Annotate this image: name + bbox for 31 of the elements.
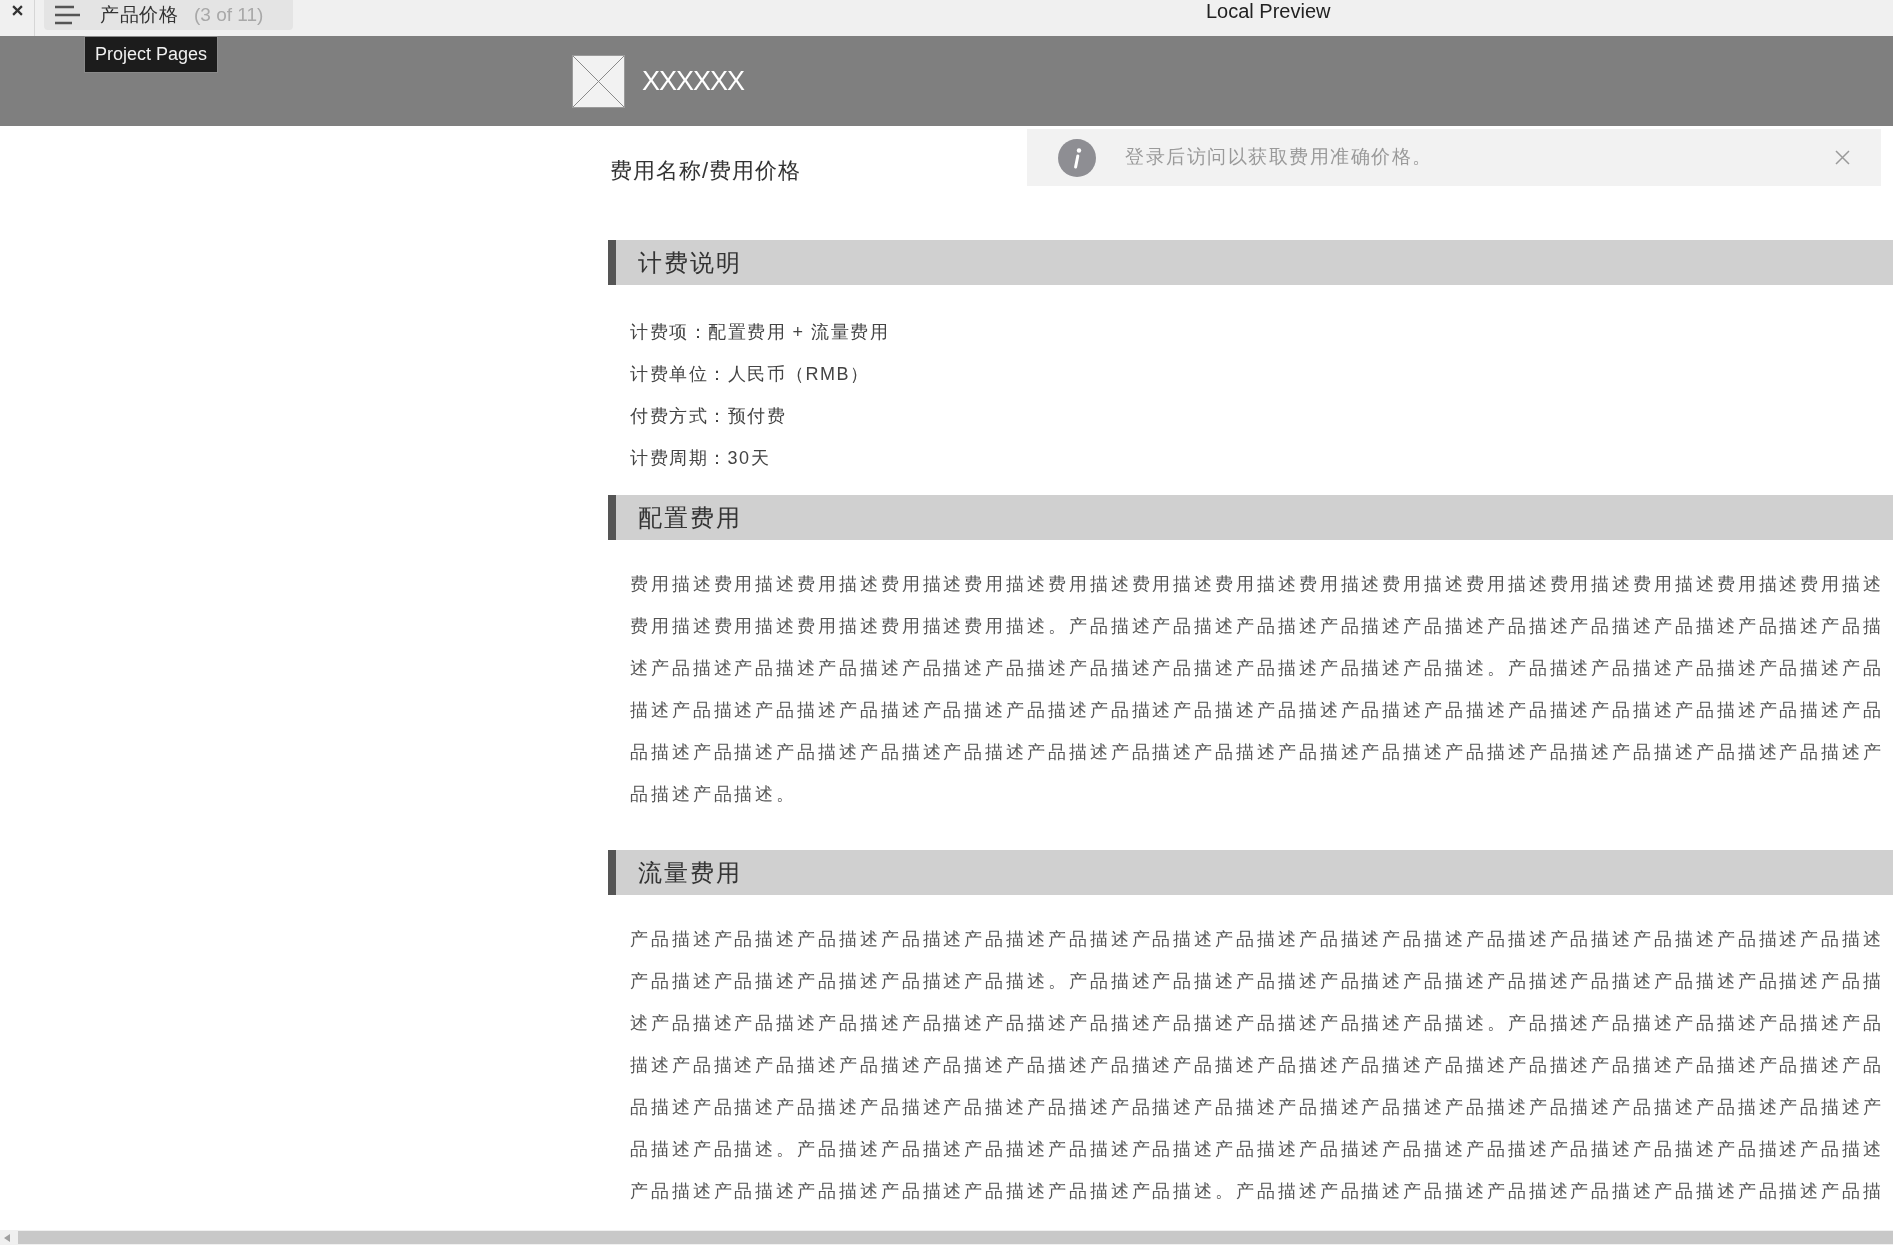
description-line: 费用描述费用描述费用描述费用描述费用描述。产品描述产品描述产品描述产品描述产品描述产品描述产品描述产品描述产品描述产品描 xyxy=(630,615,1884,638)
description-line: 描述产品描述产品描述产品描述产品描述产品描述产品描述产品描述产品描述产品描述产品描述产品描述产品描述产品描述产品描述产品 xyxy=(630,699,1884,722)
section-heading: 流量费用 xyxy=(608,850,1893,895)
billing-detail: 计费单位：人民币（RMB） xyxy=(630,363,870,386)
menu-icon xyxy=(55,5,80,25)
billing-detail: 计费项：配置费用 + 流量费用 xyxy=(630,321,889,344)
left-arrow-icon[interactable] xyxy=(4,1233,10,1242)
description-line: 品描述产品描述产品描述产品描述产品描述产品描述产品描述产品描述产品描述产品描述产品描述产品描述产品描述产品描述产品描述产 xyxy=(630,741,1884,764)
page-title: 费用名称/费用价格 xyxy=(609,157,802,185)
description-line: 品描述产品描述产品描述产品描述产品描述产品描述产品描述产品描述产品描述产品描述产品描述产品描述产品描述产品描述产品描述产 xyxy=(630,1096,1884,1119)
page-selector[interactable]: 产品价格 (3 of 11) xyxy=(44,0,293,30)
description-line: 产品描述产品描述产品描述产品描述产品描述产品描述产品描述。产品描述产品描述产品描述产品描述产品描述产品描述产品描述产品描 xyxy=(630,1180,1884,1203)
info-icon xyxy=(1058,138,1096,177)
description-line: 产品描述产品描述产品描述产品描述产品描述产品描述产品描述产品描述产品描述产品描述产品描述产品描述产品描述产品描述产品描述 xyxy=(630,928,1884,951)
tooltip: Project Pages xyxy=(84,36,219,73)
description-line: 费用描述费用描述费用描述费用描述费用描述费用描述费用描述费用描述费用描述费用描述费用描述费用描述费用描述费用描述费用描述 xyxy=(630,573,1884,596)
billing-detail: 付费方式：预付费 xyxy=(630,405,786,428)
description-line: 产品描述产品描述产品描述产品描述产品描述。产品描述产品描述产品描述产品描述产品描述产品描述产品描述产品描述产品描述产品描 xyxy=(630,970,1884,993)
description-line: 述产品描述产品描述产品描述产品描述产品描述产品描述产品描述产品描述产品描述产品描述。产品描述产品描述产品描述产品描述产品 xyxy=(630,1012,1884,1035)
description-line: 品描述产品描述。 xyxy=(630,783,798,806)
close-icon[interactable] xyxy=(11,5,23,16)
description-line: 描述产品描述产品描述产品描述产品描述产品描述产品描述产品描述产品描述产品描述产品描述产品描述产品描述产品描述产品描述产品 xyxy=(630,1054,1884,1077)
image-placeholder-icon xyxy=(572,54,625,108)
billing-detail: 计费周期：30天 xyxy=(630,447,771,470)
section-heading: 配置费用 xyxy=(608,495,1893,540)
notice-text: 登录后访问以获取费用准确价格。 xyxy=(1125,145,1433,170)
description-line: 品描述产品描述。产品描述产品描述产品描述产品描述产品描述产品描述产品描述产品描述产品描述产品描述产品描述产品描述产品描述 xyxy=(630,1138,1884,1161)
description-line: 述产品描述产品描述产品描述产品描述产品描述产品描述产品描述产品描述产品描述产品描述。产品描述产品描述产品描述产品描述产品 xyxy=(630,657,1884,680)
brand-name: XXXXXX xyxy=(642,65,745,97)
section-heading: 计费说明 xyxy=(608,240,1893,285)
window-title: Local Preview xyxy=(1206,0,1331,22)
